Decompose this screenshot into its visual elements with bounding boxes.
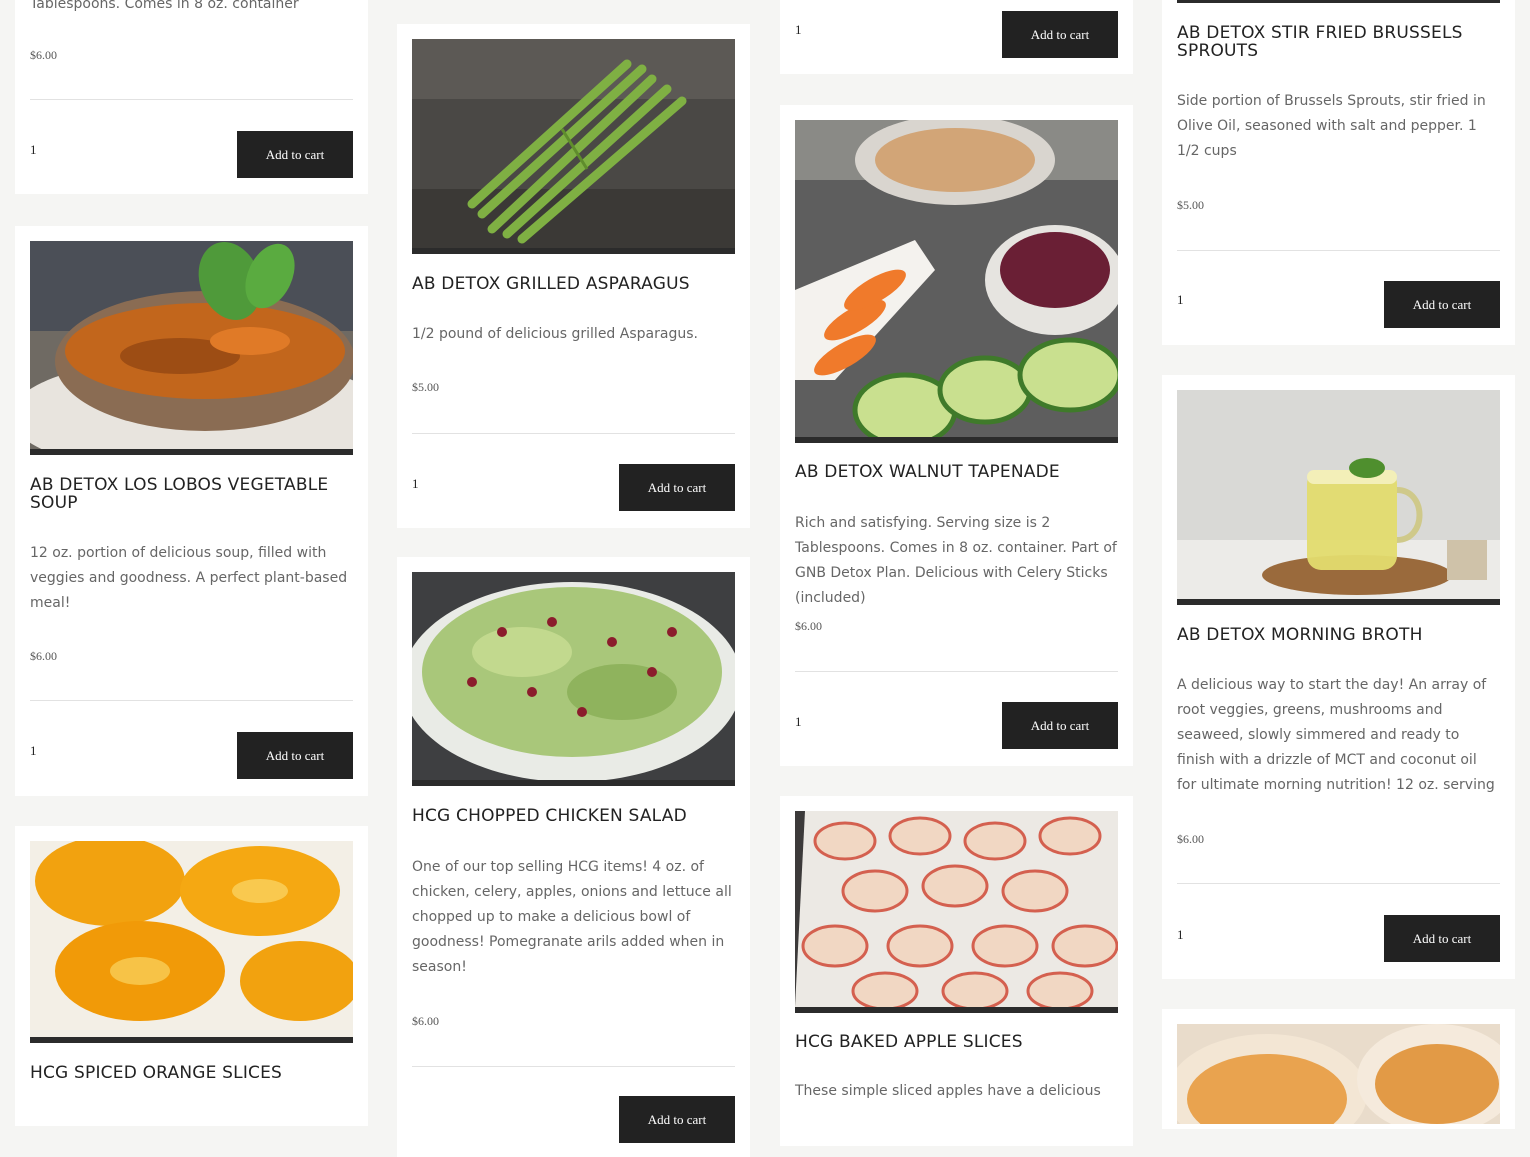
product-title[interactable]: AB DETOX LOS LOBOS VEGETABLE SOUP: [30, 476, 353, 512]
product-card-grilled-asparagus: AB DETOX GRILLED ASPARAGUS 1/2 pound of …: [397, 24, 750, 528]
product-card-baked-apple-slices: HCG BAKED APPLE SLICES These simple slic…: [780, 796, 1133, 1146]
product-card-partial-top: Tablespoons. Comes in 8 oz. container $6…: [15, 0, 368, 194]
product-price: $6.00: [30, 48, 57, 62]
divider: [1177, 883, 1500, 884]
product-image[interactable]: [1177, 1024, 1500, 1124]
image-underline: [30, 1037, 353, 1043]
orange-slices-photo: [30, 841, 353, 1037]
chicken-salad-photo: [412, 572, 735, 780]
baked-peach-dish-photo: [1177, 1024, 1500, 1124]
product-description: Side portion of Brussels Sprouts, stir f…: [1177, 93, 1486, 159]
quantity-input[interactable]: [1177, 290, 1257, 310]
asparagus-bundle-photo: [412, 39, 735, 248]
image-underline: [795, 437, 1118, 443]
divider: [30, 99, 353, 100]
product-card-partial-top-col3: Add to cart: [780, 0, 1133, 74]
add-to-cart-button[interactable]: Add to cart: [237, 732, 353, 779]
image-underline: [1177, 599, 1500, 605]
product-price: $6.00: [30, 649, 57, 663]
add-to-cart-button[interactable]: Add to cart: [619, 1096, 735, 1143]
image-underline: [412, 780, 735, 786]
divider: [1177, 250, 1500, 251]
product-image[interactable]: [30, 241, 353, 455]
image-underline: [1177, 0, 1500, 3]
quantity-input[interactable]: [412, 474, 492, 494]
product-price: $6.00: [412, 1014, 439, 1028]
vegetable-soup-bowl-photo: [30, 241, 353, 449]
walnut-tapenade-veggies-photo: [795, 120, 1118, 437]
product-description: 1/2 pound of delicious grilled Asparagus…: [412, 326, 698, 342]
product-title[interactable]: HCG SPICED ORANGE SLICES: [30, 1064, 353, 1082]
add-to-cart-button[interactable]: Add to cart: [619, 464, 735, 511]
quantity-input[interactable]: [795, 712, 875, 732]
product-card-brussels-sprouts: AB DETOX STIR FRIED BRUSSELS SPROUTS Sid…: [1162, 0, 1515, 345]
divider: [412, 1066, 735, 1067]
image-underline: [30, 449, 353, 455]
product-image[interactable]: [412, 39, 735, 254]
quantity-input[interactable]: [30, 741, 110, 761]
product-title[interactable]: HCG BAKED APPLE SLICES: [795, 1033, 1118, 1051]
product-title[interactable]: AB DETOX STIR FRIED BRUSSELS SPROUTS: [1177, 24, 1500, 60]
product-card-partial-bottom: [1162, 1009, 1515, 1129]
divider: [412, 433, 735, 434]
image-underline: [795, 1007, 1118, 1013]
product-description: These simple sliced apples have a delici…: [795, 1083, 1101, 1099]
product-title[interactable]: AB DETOX MORNING BROTH: [1177, 626, 1500, 644]
product-title[interactable]: HCG CHOPPED CHICKEN SALAD: [412, 807, 735, 825]
product-description: One of our top selling HCG items! 4 oz. …: [412, 859, 732, 975]
product-title[interactable]: AB DETOX WALNUT TAPENADE: [795, 463, 1118, 481]
divider: [795, 671, 1118, 672]
product-price: $5.00: [1177, 198, 1204, 212]
product-image[interactable]: [795, 811, 1118, 1013]
product-card-orange-slices: HCG SPICED ORANGE SLICES: [15, 826, 368, 1126]
quantity-input[interactable]: [1177, 925, 1257, 945]
product-price: $6.00: [1177, 832, 1204, 846]
product-card-chopped-chicken-salad: HCG CHOPPED CHICKEN SALAD One of our top…: [397, 557, 750, 1157]
quantity-input[interactable]: [795, 20, 875, 40]
product-card-morning-broth: AB DETOX MORNING BROTH A delicious way t…: [1162, 375, 1515, 979]
product-description: 12 oz. portion of delicious soup, filled…: [30, 545, 348, 611]
divider: [30, 700, 353, 701]
baked-apple-slices-photo: [795, 811, 1118, 1007]
product-image[interactable]: [30, 841, 353, 1043]
add-to-cart-button[interactable]: Add to cart: [237, 131, 353, 178]
product-price: $6.00: [795, 619, 822, 633]
image-underline: [412, 248, 735, 254]
product-image[interactable]: [412, 572, 735, 786]
product-card-walnut-tapenade: AB DETOX WALNUT TAPENADE Rich and satisf…: [780, 105, 1133, 766]
product-card-vegetable-soup: AB DETOX LOS LOBOS VEGETABLE SOUP 12 oz.…: [15, 226, 368, 796]
product-price: $5.00: [412, 380, 439, 394]
product-description: Tablespoons. Comes in 8 oz. container: [30, 0, 299, 12]
product-image-bottom-edge[interactable]: [1177, 0, 1500, 3]
quantity-input[interactable]: [30, 140, 110, 160]
add-to-cart-button[interactable]: Add to cart: [1002, 11, 1118, 58]
add-to-cart-button[interactable]: Add to cart: [1002, 702, 1118, 749]
product-image[interactable]: [1177, 390, 1500, 605]
product-title[interactable]: AB DETOX GRILLED ASPARAGUS: [412, 275, 735, 293]
product-image[interactable]: [795, 120, 1118, 443]
add-to-cart-button[interactable]: Add to cart: [1384, 281, 1500, 328]
product-description: Rich and satisfying. Serving size is 2 T…: [795, 515, 1117, 606]
product-description: A delicious way to start the day! An arr…: [1177, 677, 1495, 793]
morning-broth-tea-glass-photo: [1177, 390, 1500, 599]
add-to-cart-button[interactable]: Add to cart: [1384, 915, 1500, 962]
